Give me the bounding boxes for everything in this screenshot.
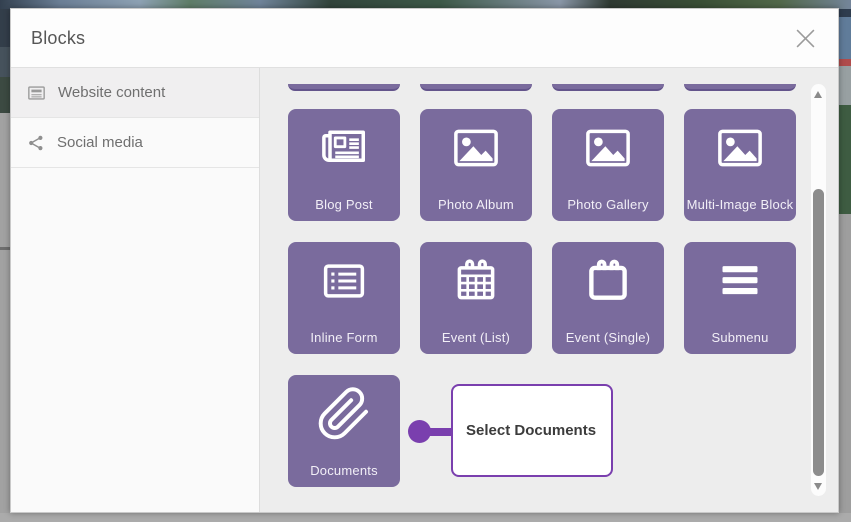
- block-tile-documents[interactable]: Documents: [288, 375, 400, 487]
- share-icon: [28, 135, 44, 151]
- block-tile-label: Photo Album: [438, 197, 514, 221]
- modal-title: Blocks: [31, 28, 791, 49]
- calendar-grid-icon: [448, 253, 504, 309]
- sidebar-item-website-content[interactable]: Website content: [11, 68, 259, 118]
- scroll-up-arrow-icon[interactable]: [814, 91, 822, 98]
- background-strip-bottom: [0, 513, 851, 522]
- block-tile-photo-album[interactable]: Photo Album: [420, 109, 532, 221]
- block-tile-photo-gallery[interactable]: Photo Gallery: [552, 109, 664, 221]
- block-tile-multi-image-block[interactable]: Multi-Image Block: [684, 109, 796, 221]
- block-tile-label: Event (List): [442, 330, 510, 354]
- scrollbar-thumb[interactable]: [813, 189, 824, 476]
- scrollbar[interactable]: [811, 84, 826, 496]
- form-icon: [316, 253, 372, 309]
- block-tile-inline-form[interactable]: Inline Form: [288, 242, 400, 354]
- blocks-modal: Blocks Website content: [10, 8, 839, 513]
- block-tile-label: Submenu: [711, 330, 768, 354]
- block-tile-label: Blog Post: [315, 197, 372, 221]
- menu-bars-icon: [712, 253, 768, 309]
- callout-label: Select Documents: [466, 422, 596, 439]
- block-tile-label: Photo Gallery: [567, 197, 648, 221]
- partial-block-tile[interactable]: [552, 84, 664, 91]
- block-tile-label: Documents: [310, 463, 378, 487]
- blocks-panel: Blog Post Photo Album Photo Gallery Mult…: [260, 68, 838, 512]
- image-icon: [712, 120, 768, 176]
- block-tile-label: Inline Form: [310, 330, 377, 354]
- partial-block-tile[interactable]: [288, 84, 400, 91]
- block-tile-blog-post[interactable]: Blog Post: [288, 109, 400, 221]
- background-strip-left: [0, 9, 10, 513]
- background-strip-right: [839, 9, 851, 513]
- sidebar-item-label: Website content: [58, 84, 165, 101]
- partial-block-tile[interactable]: [684, 84, 796, 91]
- block-tile-event-list[interactable]: Event (List): [420, 242, 532, 354]
- scroll-down-arrow-icon[interactable]: [814, 483, 822, 490]
- article-icon: [28, 86, 45, 100]
- sidebar-item-social-media[interactable]: Social media: [11, 118, 259, 168]
- block-tile-event-single[interactable]: Event (Single): [552, 242, 664, 354]
- modal-body: Website content Social media Blog Post P…: [11, 68, 838, 512]
- image-icon: [448, 120, 504, 176]
- callout-select-documents: Select Documents: [451, 384, 613, 477]
- sidebar: Website content Social media: [11, 68, 260, 512]
- partial-tiles-row: [288, 84, 796, 91]
- sidebar-item-label: Social media: [57, 134, 143, 151]
- image-icon: [580, 120, 636, 176]
- block-tile-submenu[interactable]: Submenu: [684, 242, 796, 354]
- block-tile-label: Event (Single): [566, 330, 650, 354]
- newspaper-icon: [316, 120, 372, 176]
- calendar-icon: [580, 253, 636, 309]
- paperclip-icon: [316, 386, 372, 442]
- modal-header: Blocks: [11, 9, 838, 68]
- block-tile-label: Multi-Image Block: [687, 197, 794, 221]
- callout-connector-line: [419, 428, 453, 436]
- partial-block-tile[interactable]: [420, 84, 532, 91]
- close-icon: [795, 28, 816, 49]
- close-button[interactable]: [791, 24, 820, 53]
